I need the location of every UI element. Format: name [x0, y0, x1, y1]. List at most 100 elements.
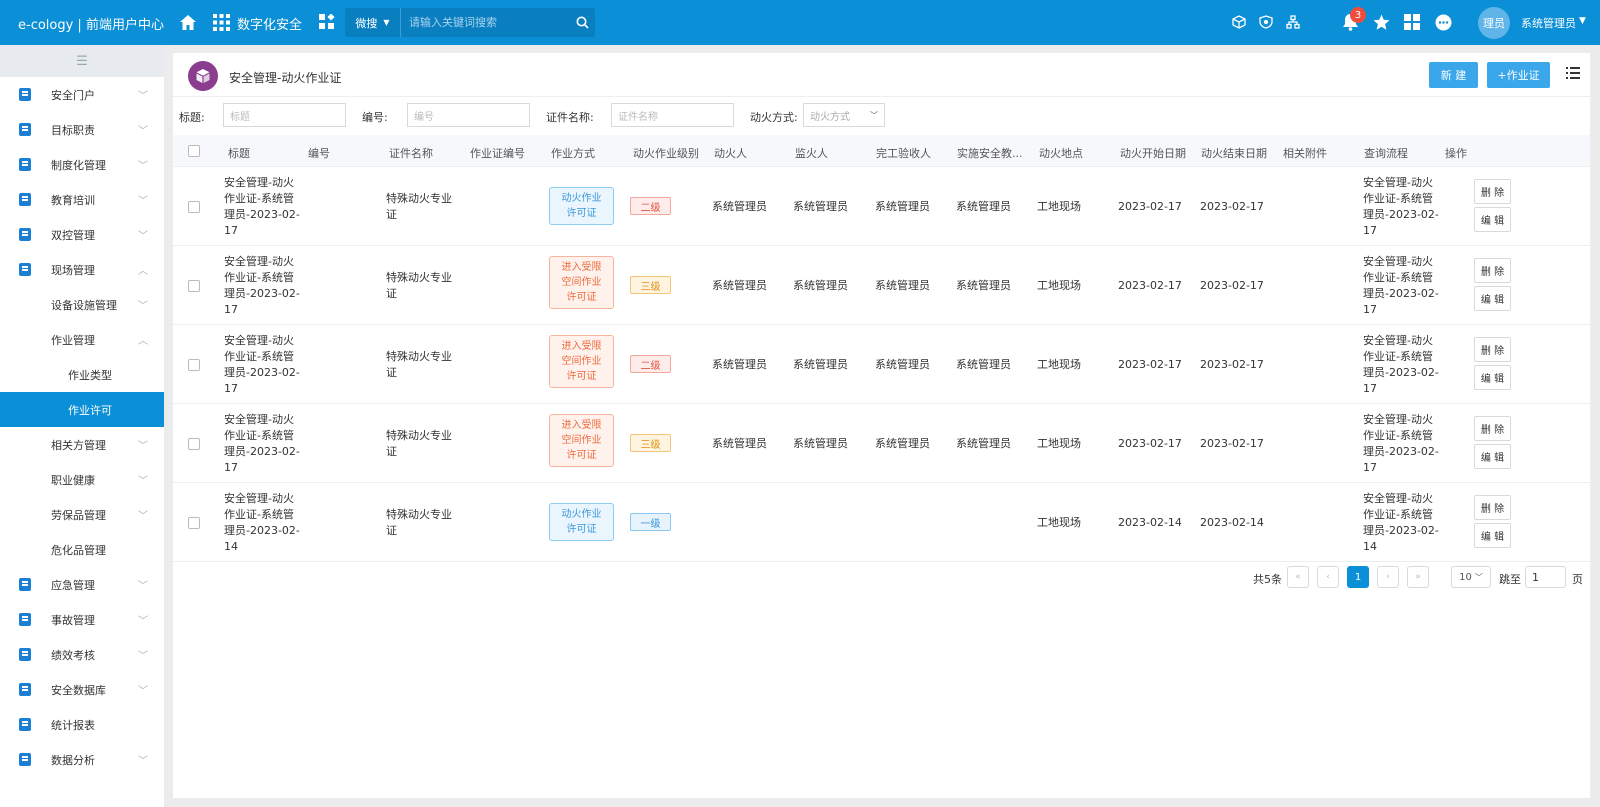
row-checkbox[interactable]	[188, 201, 200, 213]
col-start-date[interactable]: 动火开始日期	[1120, 145, 1186, 161]
col-attachments[interactable]: 相关附件	[1283, 145, 1327, 161]
col-mode[interactable]: 作业方式	[551, 145, 595, 161]
sidebar-item-performance[interactable]: 绩效考核 ﹀	[0, 637, 164, 672]
fire-watcher: 系统管理员	[793, 279, 848, 292]
mode-filter-select[interactable]: 动火方式 ﹀	[803, 103, 885, 127]
edit-button[interactable]: 编 辑	[1474, 523, 1511, 548]
col-cert[interactable]: 证件名称	[389, 145, 433, 161]
col-flow[interactable]: 查询流程	[1364, 145, 1408, 161]
sidebar-item-site[interactable]: 现场管理 ︿	[0, 252, 164, 287]
chat-icon[interactable]	[1434, 13, 1452, 31]
sidebar-item-institution[interactable]: 制度化管理 ﹀	[0, 147, 164, 182]
page-size-select[interactable]: 10 ﹀	[1451, 566, 1491, 588]
row-flow-link[interactable]: 安全管理-动火 作业证-系统管 理员-2023-02- 17	[1363, 254, 1443, 318]
row-flow-link[interactable]: 安全管理-动火 作业证-系统管 理员-2023-02- 17	[1363, 333, 1443, 397]
search-icon[interactable]	[569, 16, 595, 29]
shield-network-icon[interactable]	[1258, 14, 1274, 30]
edit-button[interactable]: 编 辑	[1474, 365, 1511, 390]
sidebar-item-occupational-health[interactable]: 职业健康 ﹀	[0, 462, 164, 497]
row-title[interactable]: 安全管理-动火 作业证-系统管 理员-2023-02- 17	[224, 175, 304, 239]
edit-button[interactable]: 编 辑	[1474, 207, 1511, 232]
menu-collapse-icon[interactable]: ☰	[0, 45, 164, 77]
chevron-up-icon: ︿	[138, 266, 148, 277]
first-page-button[interactable]: «	[1287, 566, 1309, 588]
apps-grid-icon[interactable]	[212, 13, 230, 31]
edit-button[interactable]: 编 辑	[1474, 444, 1511, 469]
module-switch-icon[interactable]	[317, 12, 337, 32]
row-flow-link[interactable]: 安全管理-动火 作业证-系统管 理员-2023-02- 17	[1363, 175, 1443, 239]
org-chart-icon[interactable]	[1285, 14, 1301, 30]
delete-button[interactable]: 删 除	[1474, 179, 1511, 204]
jump-page-input[interactable]: 1	[1525, 566, 1566, 588]
col-title[interactable]: 标题	[228, 145, 250, 161]
menu-icon	[19, 123, 31, 136]
col-fire-watcher[interactable]: 监火人	[795, 145, 828, 161]
search-input[interactable]	[401, 9, 569, 36]
page-unit-label: 页	[1572, 573, 1583, 586]
sidebar-item-training[interactable]: 教育培训 ﹀	[0, 182, 164, 217]
last-page-button[interactable]: »	[1407, 566, 1429, 588]
username[interactable]: 系统管理员	[1521, 15, 1576, 31]
search-type-select[interactable]: 微搜 ▼	[345, 8, 401, 37]
star-icon[interactable]	[1371, 12, 1391, 32]
sidebar-item-equipment[interactable]: 设备设施管理 ﹀	[0, 287, 164, 322]
row-checkbox[interactable]	[188, 280, 200, 292]
sidebar-item-safety-portal[interactable]: 安全门户 ﹀	[0, 77, 164, 112]
cube-icon[interactable]	[1231, 14, 1247, 30]
next-page-button[interactable]: ›	[1377, 566, 1399, 588]
list-menu-icon[interactable]	[1566, 67, 1580, 82]
sidebar-item-work-type[interactable]: 作业类型	[0, 357, 164, 392]
col-acceptor[interactable]: 完工验收人	[876, 145, 931, 161]
sidebar-item-dual-control[interactable]: 双控管理 ﹀	[0, 217, 164, 252]
col-hot-worker[interactable]: 动火人	[714, 145, 747, 161]
row-checkbox[interactable]	[188, 438, 200, 450]
no-filter-input[interactable]: 编号	[407, 103, 530, 127]
prev-page-button[interactable]: ‹	[1317, 566, 1339, 588]
sidebar-item-work[interactable]: 作业管理 ︿	[0, 322, 164, 357]
col-cert-no[interactable]: 作业证编号	[470, 145, 525, 161]
sidebar-item-analysis[interactable]: 数据分析 ﹀	[0, 742, 164, 777]
delete-button[interactable]: 删 除	[1474, 416, 1511, 441]
row-title[interactable]: 安全管理-动火 作业证-系统管 理员-2023-02- 17	[224, 254, 304, 318]
select-all-checkbox[interactable]	[188, 145, 200, 157]
sidebar-item-reports[interactable]: 统计报表	[0, 707, 164, 742]
sidebar-item-emergency[interactable]: 应急管理 ﹀	[0, 567, 164, 602]
delete-button[interactable]: 删 除	[1474, 495, 1511, 520]
delete-button[interactable]: 删 除	[1474, 337, 1511, 362]
sidebar-item-related-party[interactable]: 相关方管理 ﹀	[0, 427, 164, 462]
row-title[interactable]: 安全管理-动火 作业证-系统管 理员-2023-02- 17	[224, 333, 304, 397]
delete-button[interactable]: 删 除	[1474, 258, 1511, 283]
sidebar-item-safety-db[interactable]: 安全数据库 ﹀	[0, 672, 164, 707]
col-safety-edu[interactable]: 实施安全教...	[957, 145, 1023, 161]
col-no[interactable]: 编号	[308, 145, 330, 161]
add-cert-button[interactable]: +作业证	[1487, 62, 1550, 88]
module-title[interactable]: 数字化安全	[237, 14, 302, 33]
row-title[interactable]: 安全管理-动火 作业证-系统管 理员-2023-02- 17	[224, 412, 304, 476]
title-filter-input[interactable]: 标题	[223, 103, 346, 127]
menu-icon	[19, 88, 31, 101]
row-checkbox[interactable]	[188, 517, 200, 529]
row-flow-link[interactable]: 安全管理-动火 作业证-系统管 理员-2023-02- 17	[1363, 412, 1443, 476]
sidebar-item-hazchem[interactable]: 危化品管理	[0, 532, 164, 567]
col-level[interactable]: 动火作业级别	[633, 145, 699, 161]
sidebar-item-work-permit[interactable]: 作业许可	[0, 392, 164, 427]
sidebar-item-target-duty[interactable]: 目标职责 ﹀	[0, 112, 164, 147]
chevron-down-icon[interactable]: ▼	[1579, 16, 1586, 26]
edit-button[interactable]: 编 辑	[1474, 286, 1511, 311]
chevron-down-icon: ﹀	[1474, 572, 1483, 582]
new-button[interactable]: 新 建	[1429, 62, 1478, 88]
cert-filter-input[interactable]: 证件名称	[611, 103, 734, 127]
col-place[interactable]: 动火地点	[1039, 145, 1083, 161]
dashboard-icon[interactable]	[1403, 13, 1421, 31]
row-title[interactable]: 安全管理-动火 作业证-系统管 理员-2023-02- 14	[224, 491, 304, 555]
home-icon[interactable]	[178, 12, 198, 32]
sidebar-item-accident[interactable]: 事故管理 ﹀	[0, 602, 164, 637]
brand-title[interactable]: e-cology | 前端用户中心	[18, 14, 164, 33]
page-1-button[interactable]: 1	[1347, 566, 1369, 588]
row-checkbox[interactable]	[188, 359, 200, 371]
avatar[interactable]: 理员	[1478, 7, 1510, 39]
sidebar-item-ppe[interactable]: 劳保品管理 ﹀	[0, 497, 164, 532]
table-row: 安全管理-动火 作业证-系统管 理员-2023-02- 17 特殊动火专业证 进入受限…	[173, 404, 1590, 483]
row-flow-link[interactable]: 安全管理-动火 作业证-系统管 理员-2023-02- 14	[1363, 491, 1443, 555]
col-end-date[interactable]: 动火结束日期	[1201, 145, 1267, 161]
